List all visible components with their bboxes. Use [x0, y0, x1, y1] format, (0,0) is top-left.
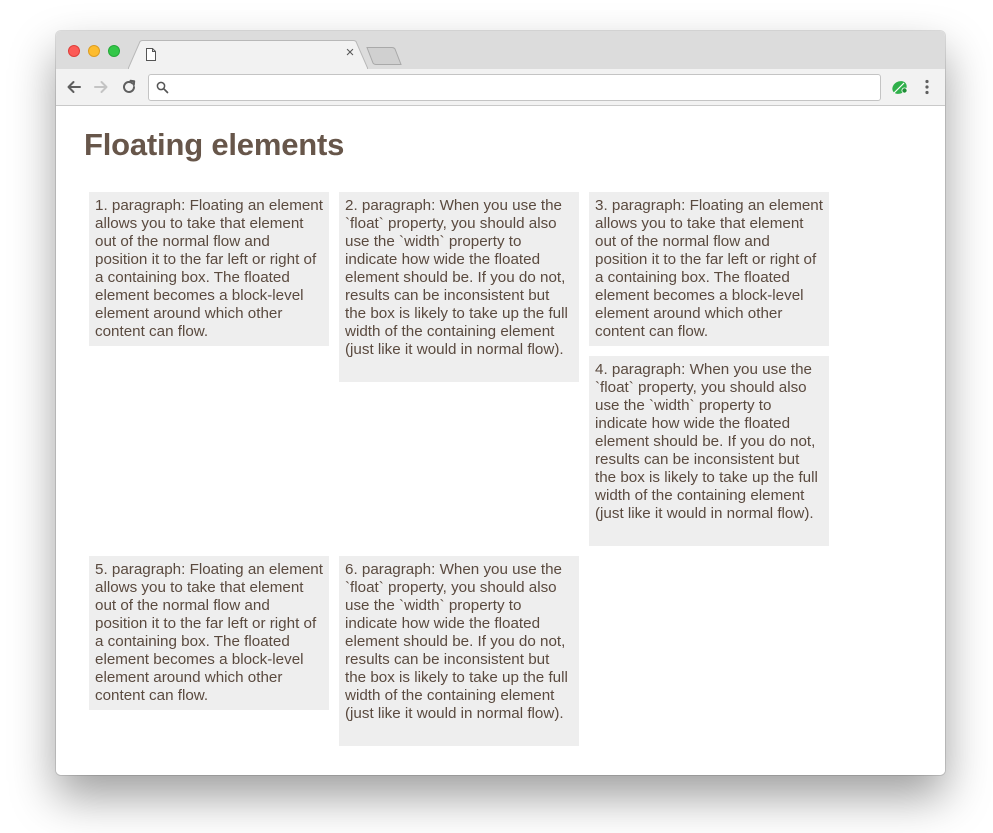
floated-paragraph-6: 6. paragraph: When you use the `float` p…: [339, 556, 579, 746]
minimize-window-button[interactable]: [88, 45, 100, 57]
page-title: Floating elements: [84, 127, 345, 162]
arrow-left-icon[interactable]: [65, 78, 83, 96]
close-window-button[interactable]: [68, 45, 80, 57]
floated-paragraph-1: 1. paragraph: Floating an element allows…: [89, 192, 329, 346]
floated-paragraph-3: 3. paragraph: Floating an element allows…: [589, 192, 829, 346]
tab-strip: ×: [56, 31, 945, 69]
address-bar[interactable]: [148, 74, 881, 101]
maximize-window-button[interactable]: [108, 45, 120, 57]
browser-toolbar: [56, 69, 945, 106]
search-icon: [156, 81, 169, 94]
new-tab-button[interactable]: [366, 47, 402, 65]
arrow-right-icon[interactable]: [92, 78, 110, 96]
tab-close-icon[interactable]: ×: [342, 45, 358, 61]
floated-paragraph-2: 2. paragraph: When you use the `float` p…: [339, 192, 579, 382]
browser-window: × Floating elements 1. paragraph: Floati…: [56, 31, 945, 775]
document-icon: [146, 48, 156, 61]
floated-paragraph-4: 4. paragraph: When you use the `float` p…: [589, 356, 829, 546]
extension-leaf-icon[interactable]: [891, 79, 908, 96]
page-content: Floating elements 1. paragraph: Floating…: [56, 106, 945, 775]
reload-icon[interactable]: [120, 78, 138, 96]
tab-active[interactable]: ×: [128, 40, 368, 69]
address-input[interactable]: [175, 78, 869, 99]
kebab-menu-icon[interactable]: [920, 78, 934, 96]
floated-paragraph-5: 5. paragraph: Floating an element allows…: [89, 556, 329, 710]
